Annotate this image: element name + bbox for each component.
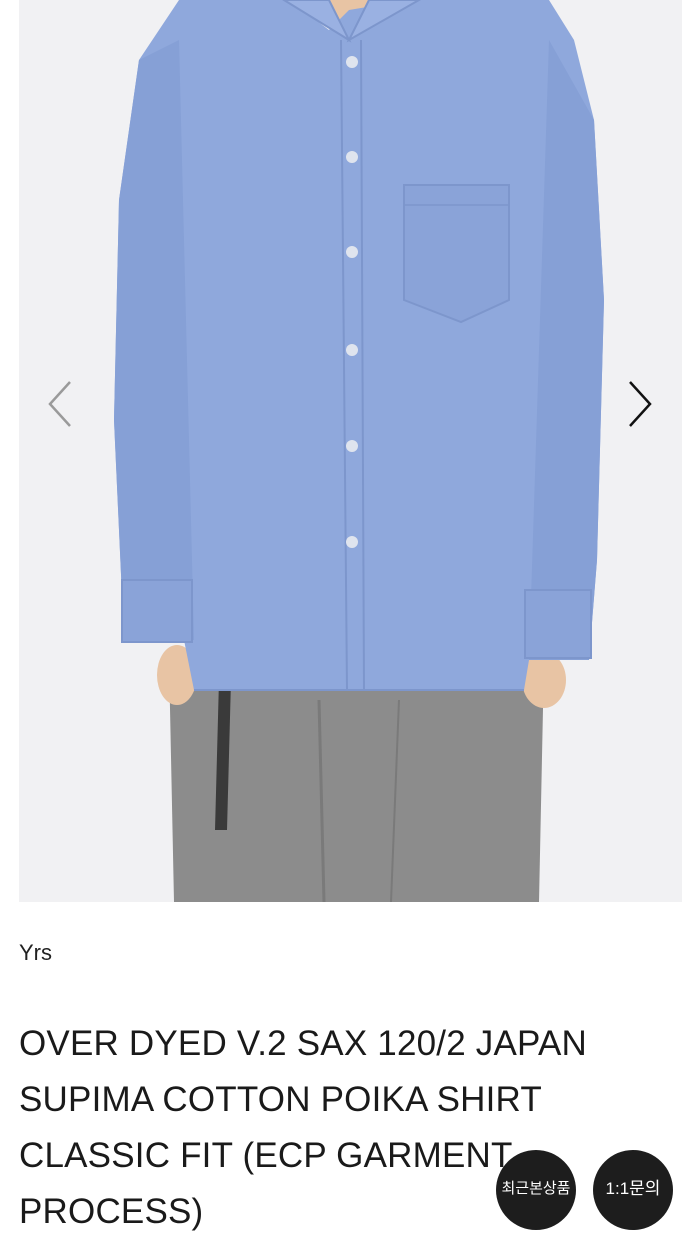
product-photo xyxy=(19,0,682,902)
inquiry-button[interactable]: 1:1문의 xyxy=(593,1150,673,1230)
chevron-right-icon xyxy=(629,381,652,427)
chevron-left-icon xyxy=(48,381,71,427)
gallery-next-button[interactable] xyxy=(618,378,658,430)
product-image-gallery[interactable] xyxy=(19,0,682,902)
recent-viewed-button[interactable]: 최근본상품 xyxy=(496,1150,576,1230)
gallery-prev-button[interactable] xyxy=(42,378,82,430)
product-brand[interactable]: Yrs xyxy=(19,940,52,966)
